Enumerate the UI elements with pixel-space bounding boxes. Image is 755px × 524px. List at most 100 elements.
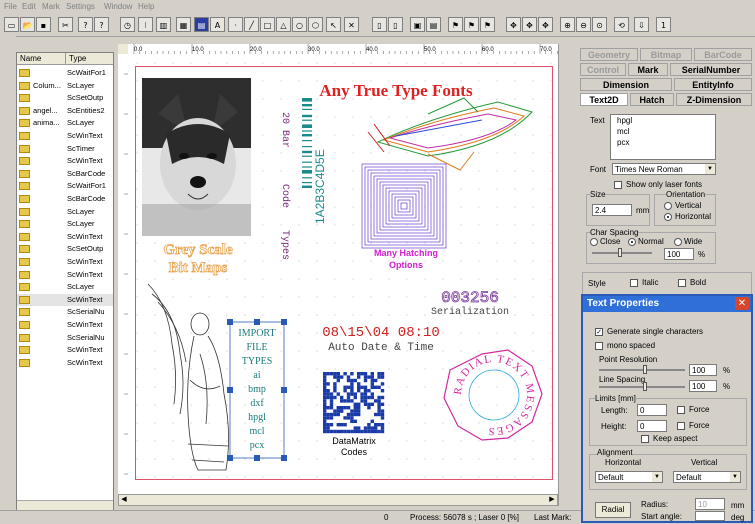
document-icon[interactable]: ▯ xyxy=(372,17,387,32)
scroll-right-icon[interactable]: ▶ xyxy=(547,495,557,505)
help-icon[interactable]: ? xyxy=(78,17,93,32)
generate-single-checkbox[interactable]: ✓ xyxy=(595,328,603,336)
import-line-2[interactable]: FILE xyxy=(246,342,267,353)
keep-aspect-checkbox[interactable] xyxy=(641,435,649,443)
pointer-icon[interactable]: ↖ xyxy=(326,17,341,32)
list-item[interactable]: ScWaitFor1 xyxy=(17,67,113,80)
move-icon[interactable]: ✥ xyxy=(506,17,521,32)
cut-icon[interactable]: ✂ xyxy=(58,17,73,32)
radius-input[interactable]: 10 xyxy=(695,498,725,510)
barcode-label-3[interactable]: Types xyxy=(279,230,290,260)
wide-radio[interactable] xyxy=(674,238,682,246)
tab-serial-number[interactable]: SerialNumber xyxy=(670,63,752,76)
tab-geometry[interactable]: Geometry xyxy=(580,48,638,61)
horizontal-radio[interactable] xyxy=(664,213,672,221)
dialog-title[interactable]: Text Properties xyxy=(583,296,751,312)
tab-control[interactable]: Control xyxy=(580,63,626,76)
angel-vector[interactable] xyxy=(147,283,229,471)
cross-icon[interactable]: ✕ xyxy=(344,17,359,32)
husky-bitmap[interactable] xyxy=(142,78,251,236)
date-time-label[interactable]: Auto Date & Time xyxy=(328,342,434,354)
serial-number[interactable]: 003256 xyxy=(441,289,499,308)
line-spacing-slider[interactable] xyxy=(599,386,685,388)
import-line-3[interactable]: TYPES xyxy=(242,356,273,367)
radial-text[interactable]: RADIAL TEXT MESSAGES xyxy=(452,353,537,437)
import-line-9[interactable]: pcx xyxy=(250,440,264,451)
column-header-type[interactable]: Type xyxy=(65,53,113,65)
move-corner-icon[interactable]: ✥ xyxy=(538,17,553,32)
grey-scale-line-2[interactable]: Bit Maps xyxy=(168,260,228,277)
list-item[interactable]: ScWinText xyxy=(17,130,113,143)
horizontal-align-select[interactable]: Default ▼ xyxy=(595,471,663,483)
date-time-value[interactable]: 08\15\04 08:10 xyxy=(322,325,440,341)
hatching-square[interactable] xyxy=(361,163,447,249)
radial-button[interactable]: Radial xyxy=(595,502,631,518)
close-radio[interactable] xyxy=(590,238,598,246)
hatching-label-1[interactable]: Many Hatching xyxy=(374,248,438,258)
zoom-out-icon[interactable]: ⊖ xyxy=(576,17,591,32)
hatch-icon[interactable]: ▤ xyxy=(194,17,209,32)
list-item[interactable]: angel... ScEntities2 xyxy=(17,105,113,118)
chevron-down-icon[interactable]: ▼ xyxy=(730,472,740,482)
list-item[interactable]: ScLayer xyxy=(17,218,113,231)
line-spacing-input[interactable]: 100 xyxy=(689,380,717,392)
import-line-1[interactable]: IMPORT xyxy=(238,328,275,339)
circle-icon[interactable]: ○ xyxy=(292,17,307,32)
line-spacing-handle[interactable] xyxy=(643,382,647,391)
datamatrix-label-1[interactable]: DataMatrix xyxy=(332,436,376,446)
list-item[interactable]: ScWaitFor1 xyxy=(17,180,113,193)
list-item[interactable]: ScWinText xyxy=(17,293,113,307)
line-icon[interactable]: ╱ xyxy=(244,17,259,32)
barcode-label-1[interactable]: 20 Bar xyxy=(279,112,290,148)
vertical-barcode[interactable] xyxy=(302,98,312,188)
flag-a-icon[interactable]: ⚑ xyxy=(448,17,463,32)
import-line-6[interactable]: dxf xyxy=(250,398,264,409)
serialization-label[interactable]: Serialization xyxy=(431,306,509,318)
menu-help[interactable]: Help xyxy=(138,2,154,11)
menu-mark[interactable]: Mark xyxy=(42,2,60,11)
list-item[interactable]: ScWinText xyxy=(17,269,113,282)
tab-entity-info[interactable]: EntityInfo xyxy=(674,78,752,91)
list-item[interactable]: anima... ScLayer xyxy=(17,117,113,130)
mono-spaced-checkbox[interactable] xyxy=(595,342,603,350)
spacing-slider-handle[interactable] xyxy=(618,248,622,257)
list-item[interactable]: ScWinText xyxy=(17,155,113,168)
height-input[interactable]: 0 xyxy=(637,420,667,432)
list-item[interactable]: ScSetOutp xyxy=(17,92,113,105)
document-edit-icon[interactable]: ▯ xyxy=(388,17,403,32)
menu-edit[interactable]: Edit xyxy=(22,2,36,11)
list-item[interactable]: ScBarCode xyxy=(17,193,113,206)
only-laser-fonts-checkbox[interactable] xyxy=(614,181,622,189)
column-header-name[interactable]: Name xyxy=(17,53,65,65)
step-icon[interactable]: ⇩ xyxy=(634,17,649,32)
font-select[interactable]: Times New Roman ▼ xyxy=(612,163,716,175)
polygon-icon[interactable]: ⬡ xyxy=(308,17,323,32)
horizontal-scrollbar[interactable]: ◀ ▶ xyxy=(118,494,558,506)
tab-barcode[interactable]: BarCode xyxy=(694,48,752,61)
rotate-icon[interactable]: ⟲ xyxy=(614,17,629,32)
rectangle-icon[interactable]: □ xyxy=(260,17,275,32)
spacing-slider[interactable] xyxy=(592,252,652,254)
list-item[interactable]: ScLayer xyxy=(17,206,113,219)
hatching-label-2[interactable]: Options xyxy=(389,260,423,270)
chevron-down-icon[interactable]: ▼ xyxy=(652,472,662,482)
point-resolution-input[interactable]: 100 xyxy=(689,364,717,376)
barcode-icon[interactable]: ▥ xyxy=(156,17,171,32)
tab-z-dimension[interactable]: Z-Dimension xyxy=(676,93,752,106)
force-length-checkbox[interactable] xyxy=(677,406,685,414)
tab-hatch[interactable]: Hatch xyxy=(630,93,674,106)
whats-this-icon[interactable]: ? xyxy=(94,17,109,32)
marker-icon[interactable]: ⁝ xyxy=(138,17,153,32)
layer-red-icon[interactable]: ▣ xyxy=(410,17,425,32)
import-line-5[interactable]: bmp xyxy=(248,384,266,395)
point-resolution-slider[interactable] xyxy=(599,369,685,371)
point-resolution-handle[interactable] xyxy=(643,365,647,374)
point-icon[interactable]: · xyxy=(228,17,243,32)
datamatrix-label-2[interactable]: Codes xyxy=(341,447,368,457)
canvas-drawing[interactable]: Grey Scale Bit Maps Any True Type Fonts … xyxy=(128,54,558,494)
list-item[interactable]: ScSetOutp xyxy=(17,243,113,256)
tab-mark[interactable]: Mark xyxy=(628,63,668,76)
vertical-scrollbar[interactable] xyxy=(558,44,575,506)
radial-text-badge[interactable]: RADIAL TEXT MESSAGES xyxy=(443,349,543,441)
barcode-value[interactable]: 1A2B3C4D5E xyxy=(313,149,327,224)
